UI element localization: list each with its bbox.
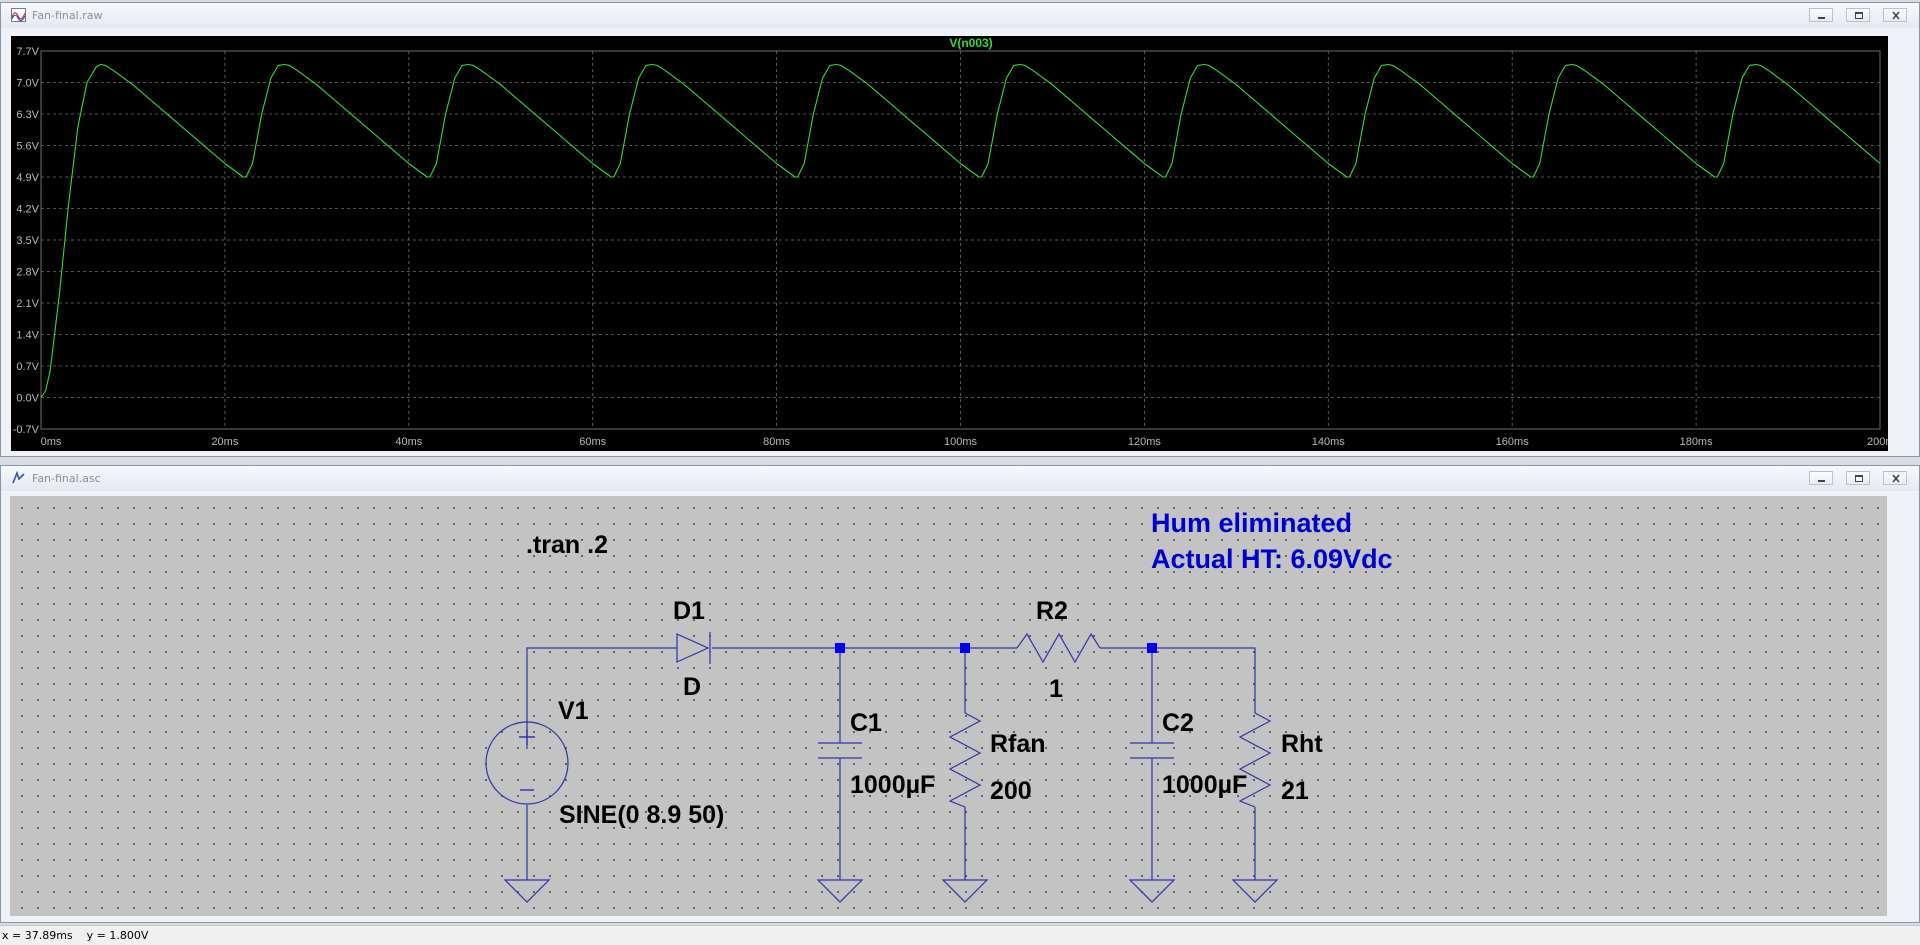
y-tick-label: 7.7V bbox=[16, 46, 39, 58]
waveform-app-icon bbox=[11, 8, 26, 22]
restore-icon bbox=[1855, 12, 1863, 19]
x-tick-label: 180ms bbox=[1680, 436, 1714, 448]
x-tick-label: 60ms bbox=[579, 436, 606, 448]
c2-value-label[interactable]: 1000µF bbox=[1162, 771, 1247, 799]
y-tick-label: 3.5V bbox=[16, 235, 39, 247]
resistor-r2[interactable] bbox=[1016, 632, 1101, 664]
schematic-canvas[interactable]: .tran .2 Hum eliminated Actual HT: 6.09V… bbox=[10, 496, 1887, 916]
ground-rht bbox=[1231, 879, 1279, 903]
minimize-icon bbox=[1818, 17, 1825, 19]
x-tick-label: 120ms bbox=[1128, 436, 1162, 448]
rht-value-label[interactable]: 21 bbox=[1281, 777, 1309, 805]
y-tick-label: 2.1V bbox=[16, 298, 39, 310]
close-icon bbox=[1892, 11, 1900, 20]
capacitor-c2[interactable] bbox=[1130, 742, 1174, 759]
x-tick-label: 80ms bbox=[763, 436, 790, 448]
x-tick-label: 0ms bbox=[41, 436, 62, 448]
waveform-minimize-button[interactable] bbox=[1809, 8, 1833, 22]
waveform-restore-button[interactable] bbox=[1846, 8, 1870, 22]
waveform-window-titlebar[interactable]: Fan-final.raw bbox=[1, 3, 1919, 28]
c1-value-label[interactable]: 1000µF bbox=[850, 771, 935, 799]
wires[interactable] bbox=[526, 647, 1256, 880]
y-tick-label: 1.4V bbox=[16, 330, 39, 342]
ground-c1 bbox=[816, 879, 864, 903]
status-bar: x = 37.89ms y = 1.800V bbox=[0, 925, 1920, 945]
schematic-drawing[interactable]: .tran .2 Hum eliminated Actual HT: 6.09V… bbox=[10, 496, 1887, 916]
y-tick-label: 5.6V bbox=[16, 141, 39, 153]
restore-icon bbox=[1855, 475, 1863, 482]
trace-name-label[interactable]: V(n003) bbox=[949, 36, 992, 50]
x-tick-label: 160ms bbox=[1496, 436, 1530, 448]
schematic-window-title: Fan-final.asc bbox=[32, 472, 101, 485]
x-tick-label: 140ms bbox=[1312, 436, 1346, 448]
ground-rfan bbox=[941, 879, 989, 903]
diode-d1[interactable] bbox=[676, 632, 711, 664]
c2-name-label[interactable]: C2 bbox=[1162, 709, 1194, 737]
d1-name-label[interactable]: D1 bbox=[673, 597, 705, 625]
wire-r2-to-rht[interactable] bbox=[1100, 647, 1256, 713]
schematic-close-button[interactable] bbox=[1883, 471, 1907, 485]
schematic-restore-button[interactable] bbox=[1846, 471, 1870, 485]
r2-name-label[interactable]: R2 bbox=[1036, 597, 1068, 625]
y-tick-label: -0.7V bbox=[13, 424, 40, 436]
waveform-close-button[interactable] bbox=[1883, 8, 1907, 22]
resistor-rfan[interactable] bbox=[948, 712, 982, 808]
c1-name-label[interactable]: C1 bbox=[850, 709, 882, 737]
schematic-minimize-button[interactable] bbox=[1809, 471, 1833, 485]
capacitor-c1[interactable] bbox=[818, 742, 862, 759]
ground-v1 bbox=[503, 879, 551, 903]
waveform-plot[interactable]: 7.7V 7.0V 6.3V 5.6V 4.9V 4.2V 3.5V 2.8V 2.1V 1.4V… bbox=[11, 36, 1901, 451]
cursor-readout: x = 37.89ms y = 1.800V bbox=[2, 929, 148, 942]
rht-name-label[interactable]: Rht bbox=[1281, 730, 1323, 758]
minimize-icon bbox=[1818, 480, 1825, 482]
d1-value-label[interactable]: D bbox=[683, 673, 701, 701]
y-tick-label: 0.0V bbox=[16, 393, 39, 405]
y-tick-label: 4.9V bbox=[16, 172, 39, 184]
rfan-value-label[interactable]: 200 bbox=[990, 777, 1032, 805]
x-tick-label: 40ms bbox=[395, 436, 422, 448]
rfan-name-label[interactable]: Rfan bbox=[990, 730, 1046, 758]
cursor-x-readout: x = 37.89ms bbox=[2, 929, 73, 942]
comment-hum-eliminated[interactable]: Hum eliminated bbox=[1151, 508, 1352, 538]
schematic-window-titlebar[interactable]: Fan-final.asc bbox=[1, 466, 1919, 491]
cursor-y-readout: y = 1.800V bbox=[86, 929, 149, 942]
wire-source-to-diode[interactable] bbox=[526, 647, 677, 749]
y-tick-label: 6.3V bbox=[16, 109, 39, 121]
v1-name-label[interactable]: V1 bbox=[558, 697, 589, 725]
junction-node bbox=[835, 643, 845, 653]
junction-node bbox=[1147, 643, 1157, 653]
voltage-source-v1[interactable] bbox=[485, 721, 569, 805]
v1-value-label[interactable]: SINE(0 8.9 50) bbox=[559, 801, 724, 829]
x-tick-label: 20ms bbox=[211, 436, 238, 448]
waveform-window: Fan-final.raw 7.7V 7.0V 6.3V 5.6V 4.9V 4.2V 3.… bbox=[0, 2, 1920, 457]
junction-node bbox=[960, 643, 970, 653]
close-icon bbox=[1892, 474, 1900, 483]
waveform-plot-area[interactable]: 7.7V 7.0V 6.3V 5.6V 4.9V 4.2V 3.5V 2.8V 2.1V 1.4V… bbox=[11, 36, 1901, 451]
y-tick-label: 2.8V bbox=[16, 267, 39, 279]
ground-c2 bbox=[1128, 879, 1176, 903]
y-tick-label: 0.7V bbox=[16, 361, 39, 373]
ground-symbols bbox=[503, 879, 1279, 903]
x-tick-label: 200ms bbox=[1867, 436, 1888, 448]
schematic-app-icon bbox=[12, 471, 25, 484]
y-tick-label: 7.0V bbox=[16, 78, 39, 90]
x-tick-label: 100ms bbox=[944, 436, 978, 448]
tran-directive[interactable]: .tran .2 bbox=[526, 531, 608, 559]
comment-actual-ht[interactable]: Actual HT: 6.09Vdc bbox=[1151, 544, 1393, 574]
y-tick-label: 4.2V bbox=[16, 204, 39, 216]
waveform-window-title: Fan-final.raw bbox=[32, 9, 103, 22]
r2-value-label[interactable]: 1 bbox=[1049, 675, 1063, 703]
